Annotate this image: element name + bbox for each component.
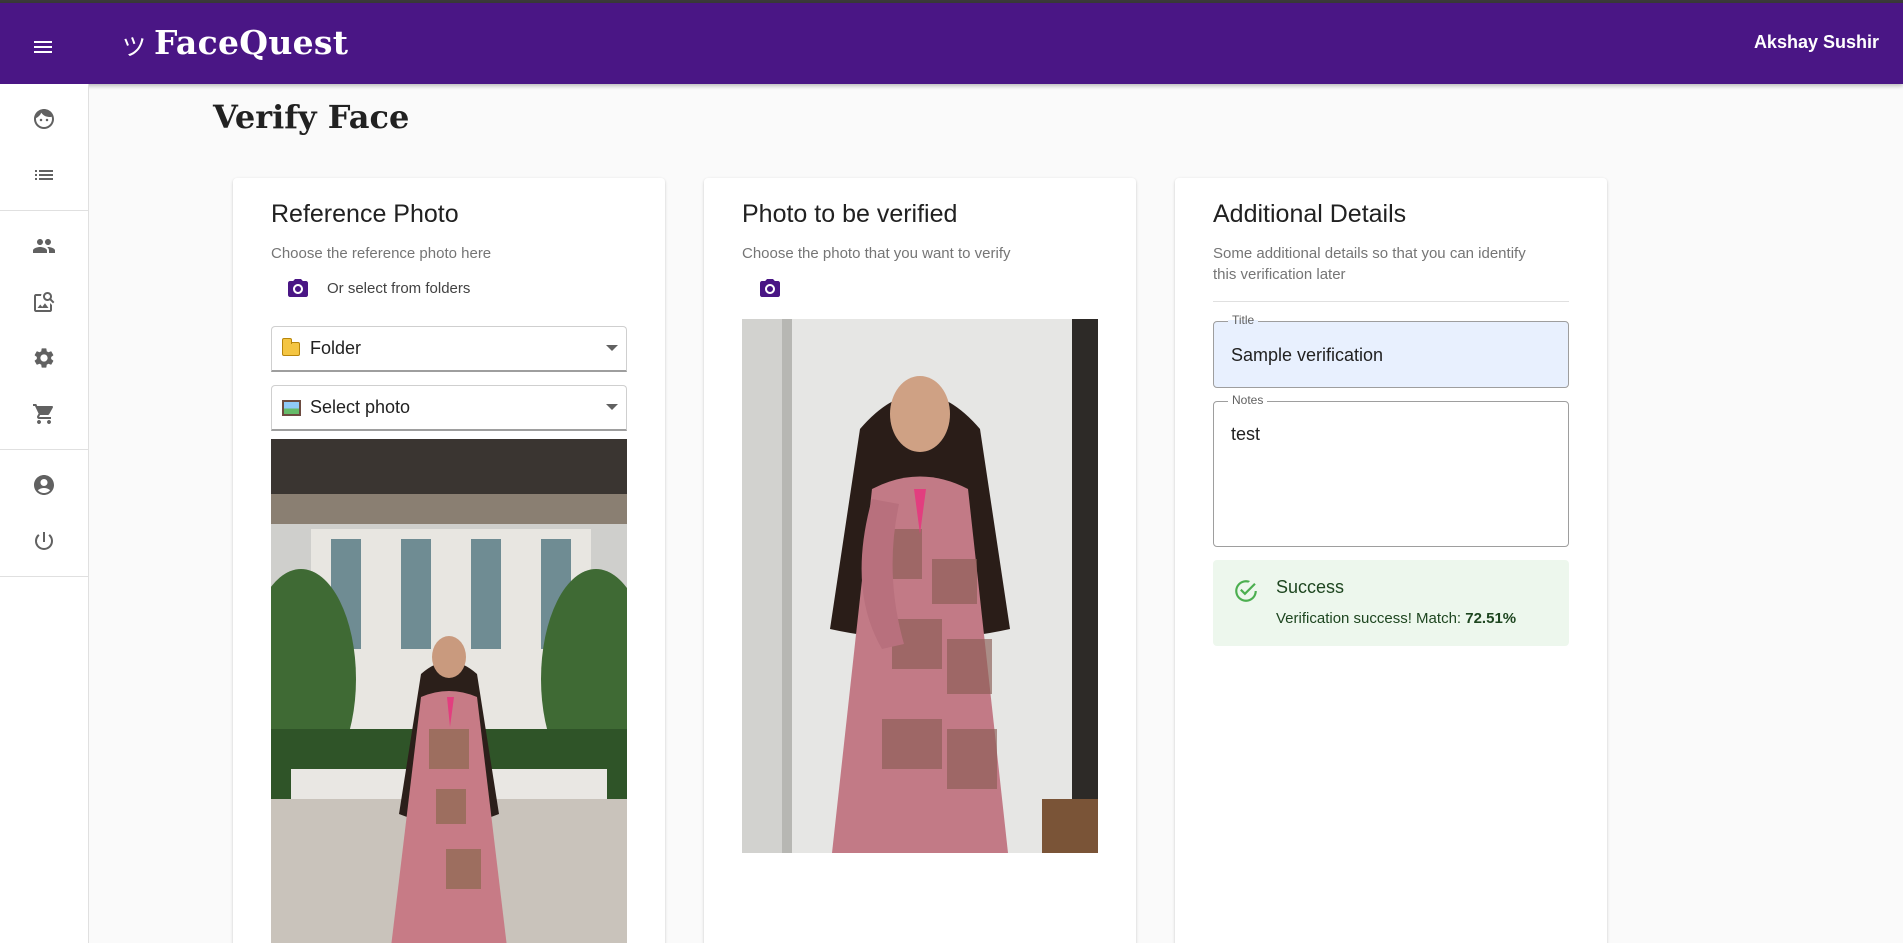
sidebar-item-photos[interactable] [0,274,88,330]
verify-camera-button[interactable] [753,272,787,306]
sidebar-group-manage [0,211,88,450]
verify-photo-image[interactable] [742,319,1098,853]
verify-photo-card: Photo to be verified Choose the photo th… [704,178,1136,943]
additional-details-card: Additional Details Some additional detai… [1175,178,1607,943]
sidebar-item-settings[interactable] [0,330,88,386]
page-title: Verify Face [213,98,410,136]
face-icon [34,109,54,129]
reference-camera-button[interactable] [281,272,315,306]
check-circle-icon [1235,580,1257,602]
alert-message: Verification success! Match: 72.51% [1276,610,1516,627]
success-alert: Success Verification success! Match: 72.… [1213,560,1569,646]
title-field[interactable]: Title Sample verification [1213,313,1569,388]
hamburger-icon [34,41,52,53]
sidebar-item-account[interactable] [0,457,88,513]
chevron-down-icon [606,345,618,351]
notes-field-label: Notes [1228,393,1268,407]
title-field-label: Title [1228,313,1259,327]
sidebar-item-verify-face[interactable] [0,91,88,147]
list-icon [35,170,53,180]
details-card-title: Additional Details [1213,200,1407,228]
camera-icon [288,279,308,297]
people-icon [33,239,55,253]
reference-photo-card: Reference Photo Choose the reference pho… [233,178,665,943]
notes-field[interactable]: Notes test [1213,393,1569,547]
verify-card-subtitle: Choose the photo that you want to verify [742,245,1011,262]
account-icon [34,475,54,495]
sidebar-item-logout[interactable] [0,513,88,569]
details-divider [1213,301,1569,302]
sidebar-item-verifications[interactable] [0,147,88,203]
sidebar [0,84,89,943]
photo-select[interactable]: Select photo [271,385,627,431]
alert-message-text: Verification success! Match: [1276,610,1466,627]
user-name[interactable]: Akshay Sushir [1754,32,1879,53]
brand[interactable]: ツ FaceQuest [122,23,348,62]
sidebar-group-primary [0,84,88,211]
chevron-down-icon [606,404,618,410]
alert-title: Success [1276,577,1345,597]
photo-select-value: Select photo [310,397,411,417]
folder-select[interactable]: Folder [271,326,627,372]
camera-icon [760,279,780,297]
power-icon [35,532,53,550]
menu-button[interactable] [26,30,60,64]
sidebar-item-shop[interactable] [0,386,88,442]
folder-icon [282,337,302,359]
app-name: FaceQuest [154,23,349,62]
folder-select-value: Folder [310,338,362,358]
sidebar-group-account [0,450,88,577]
verify-card-title: Photo to be verified [742,200,958,228]
image-search-icon [34,292,55,312]
reference-card-title: Reference Photo [271,200,459,228]
smile-logo-icon: ツ [122,33,146,61]
title-field-value: Sample verification [1231,345,1384,365]
details-card-subtitle: Some additional details so that you can … [1213,245,1526,283]
select-from-folders-link[interactable]: Or select from folders [327,280,470,297]
match-percentage: 72.51% [1465,610,1517,627]
gear-icon [34,348,54,368]
reference-card-subtitle: Choose the reference photo here [271,245,492,262]
reference-photo-image[interactable] [271,439,627,943]
app-bar: ツ FaceQuest Akshay Sushir [0,3,1903,84]
notes-field-value: test [1231,424,1261,444]
sidebar-item-people[interactable] [0,218,88,274]
picture-icon [282,398,302,418]
cart-icon [33,404,54,424]
